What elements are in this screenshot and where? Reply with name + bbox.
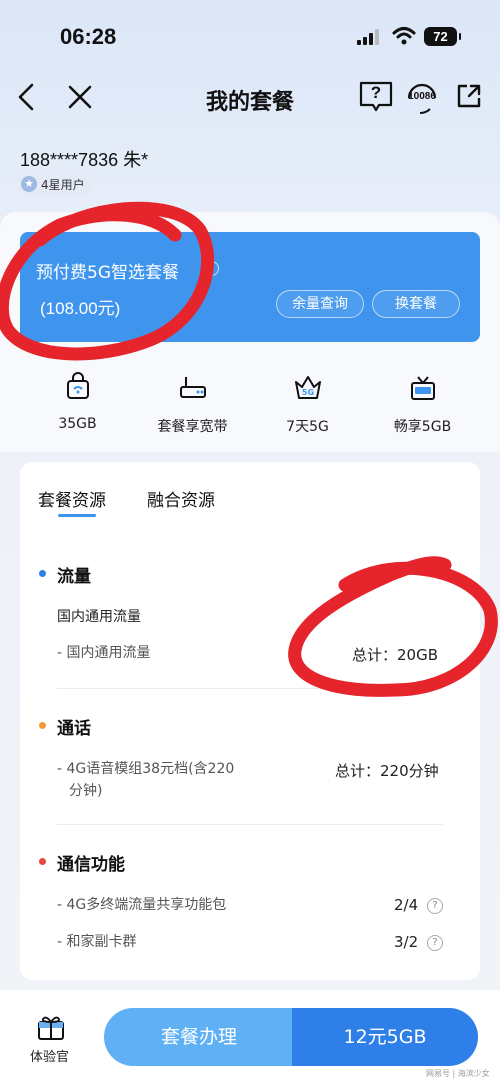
balance-query-button[interactable]: 余量查询 (276, 290, 364, 318)
customer-service-headset-icon[interactable]: 10086 (404, 78, 440, 118)
feature-label: 畅享5GB (393, 419, 452, 435)
section-dot (39, 570, 46, 577)
cellular-signal-icon (357, 29, 383, 45)
divider (57, 688, 443, 689)
svg-text:5G: 5G (301, 388, 313, 397)
function-row-label: - 和家副卡群 (57, 934, 137, 950)
plan-price: (108.00元) (40, 299, 121, 318)
hotline-number: 10086 (408, 91, 436, 102)
router-icon (178, 372, 208, 402)
help-book-icon[interactable]: ? (358, 80, 394, 112)
function-row-value: 2/4 (394, 896, 419, 914)
question-icon[interactable]: ? (427, 898, 443, 914)
gift-month-icon (408, 372, 438, 402)
call-total-value: 总计：220分钟 (335, 762, 439, 780)
data-total-value: 总计：20GB (352, 646, 439, 664)
feature-5g[interactable]: 5G 7天5G (250, 356, 365, 436)
user-level-label: 4星用户 (41, 177, 85, 192)
5g-crown-icon: 5G (293, 372, 323, 402)
change-plan-button[interactable]: 换套餐 (372, 290, 460, 318)
data-sub-title: 国内通用流量 (57, 609, 141, 625)
promo-offer-button[interactable]: 12元5GB (292, 1008, 478, 1066)
share-icon[interactable] (455, 82, 483, 110)
gift-box-icon[interactable] (36, 1012, 66, 1042)
feature-label: 套餐享宽带 (157, 419, 228, 435)
function-section-title: 通信功能 (57, 855, 125, 875)
status-bar: 06:28 72 (0, 0, 500, 70)
battery-indicator: 72 (424, 27, 461, 46)
section-dot (39, 858, 46, 865)
section-dot (39, 722, 46, 729)
active-tab-indicator (58, 514, 96, 517)
plan-name: 预付费5G智选套餐 (36, 263, 179, 283)
data-package-icon (63, 372, 93, 402)
divider (57, 824, 443, 825)
call-section-title: 通话 (57, 719, 91, 739)
data-section-title: 流量 (57, 567, 91, 587)
function-row-label: - 4G多终端流量共享功能包 (57, 897, 227, 913)
user-level-badge: ★ 4星用户 (19, 173, 93, 195)
data-row-label: - 国内通用流量 (57, 645, 151, 661)
tab-plan-resources[interactable]: 套餐资源 (38, 486, 106, 511)
wifi-icon (392, 27, 416, 45)
plan-features: 35GB 套餐享宽带 5G 7天5G 畅享5GB (20, 356, 480, 446)
plan-handle-button[interactable]: 套餐办理 (104, 1008, 294, 1066)
feature-label: 7天5G (286, 419, 329, 435)
feature-broadband[interactable]: 套餐享宽带 (135, 356, 250, 436)
status-time: 06:28 (60, 24, 117, 49)
call-row-label-continued: 分钟) (69, 783, 103, 799)
info-icon[interactable]: i (204, 261, 219, 276)
user-phone-number: 188****7836 朱* (20, 150, 149, 170)
experience-officer-label[interactable]: 体验官 (30, 1046, 69, 1065)
plan-card[interactable] (20, 232, 480, 342)
tab-fusion-resources[interactable]: 融合资源 (147, 486, 215, 511)
call-row-label: - 4G语音模组38元档(含220 (57, 761, 235, 777)
function-row-value: 3/2 (394, 933, 419, 951)
feature-label: 35GB (58, 416, 97, 432)
question-icon[interactable]: ? (427, 935, 443, 951)
feature-gift[interactable]: 畅享5GB (365, 356, 480, 436)
watermark: 网易号 | 海滨少女 (426, 1069, 490, 1078)
feature-data[interactable]: 35GB (20, 356, 135, 432)
star-icon: ★ (21, 176, 37, 192)
help-mark: ? (370, 83, 382, 102)
